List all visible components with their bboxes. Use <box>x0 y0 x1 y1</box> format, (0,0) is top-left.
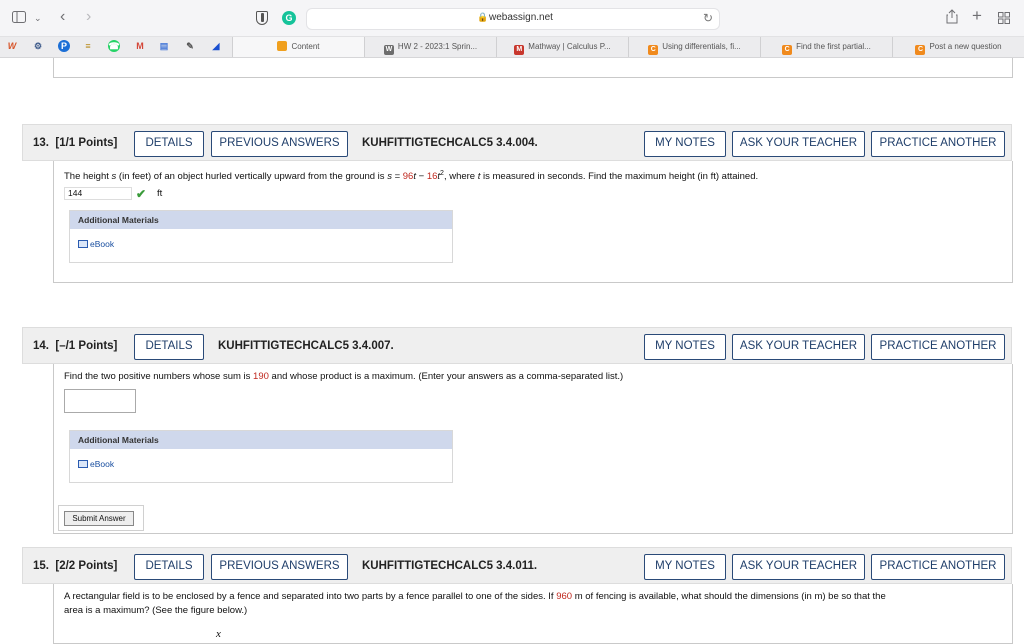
answer-input[interactable] <box>64 389 136 413</box>
question-15-text-line2: area is a maximum? (See the figure below… <box>64 605 248 616</box>
tab-label: Find the first partial... <box>796 42 871 51</box>
ask-your-teacher-button[interactable]: ASK YOUR TEACHER <box>732 554 865 580</box>
question-number: 15. [2/2 Points] <box>33 560 118 572</box>
forward-icon[interactable]: › <box>86 9 91 25</box>
book-icon <box>78 240 88 248</box>
question-code: KUHFITTIGTECHCALC5 3.4.004. <box>362 137 538 149</box>
question-15-text: A rectangular field is to be enclosed by… <box>64 591 886 602</box>
additional-materials: Additional Materials eBook <box>69 210 453 263</box>
tab-hw2[interactable]: W HW 2 - 2023:1 Sprin... <box>364 37 496 57</box>
reload-icon[interactable]: ↻ <box>703 11 713 25</box>
lock-icon: 🔒 <box>477 12 489 22</box>
tab-content[interactable]: Content <box>232 37 364 57</box>
bookmark-gmail-icon[interactable]: M <box>134 40 146 52</box>
url-text: webassign.net <box>489 12 553 23</box>
previous-question-panel <box>53 58 1013 78</box>
my-notes-button[interactable]: MY NOTES <box>644 131 726 157</box>
details-button[interactable]: DETAILS <box>134 334 204 360</box>
bookmark-pen-icon[interactable]: ✎ <box>184 40 196 52</box>
figure-label: x <box>216 628 221 640</box>
chegg-favicon-icon: C <box>648 45 659 55</box>
answer-field[interactable]: 144 <box>64 187 132 200</box>
bookmark-flag-icon[interactable]: ◢ <box>210 40 222 52</box>
content-favicon-icon <box>277 41 288 51</box>
details-button[interactable]: DETAILS <box>134 554 204 580</box>
chevron-down-icon[interactable]: ⌄ <box>34 10 42 26</box>
tab-overview-icon[interactable] <box>998 11 1010 27</box>
practice-another-button[interactable]: PRACTICE ANOTHER <box>871 334 1005 360</box>
webassign-favicon-icon: W <box>383 45 394 55</box>
my-notes-button[interactable]: MY NOTES <box>644 334 726 360</box>
question-number: 14. [–/1 Points] <box>33 340 118 352</box>
mathway-favicon-icon: M <box>514 45 525 55</box>
ebook-link[interactable]: eBook <box>78 239 114 249</box>
previous-answers-button[interactable]: PREVIOUS ANSWERS <box>211 131 348 157</box>
unit-label: ft <box>157 188 163 199</box>
ebook-link[interactable]: eBook <box>78 459 114 469</box>
sidebar-icon[interactable] <box>12 10 26 26</box>
bookmark-gear-icon[interactable]: ⚙ <box>32 40 44 52</box>
question-15-header: 15. [2/2 Points] DETAILS PREVIOUS ANSWER… <box>22 547 1012 584</box>
tab-bar: W ⚙ P ≡ ☎ M ▤ ✎ ◢ Content W HW 2 - 2023:1… <box>0 37 1024 58</box>
ask-your-teacher-button[interactable]: ASK YOUR TEACHER <box>732 131 865 157</box>
bookmark-w-icon[interactable]: W <box>6 40 18 52</box>
submit-answer-button[interactable]: Submit Answer <box>64 511 134 526</box>
bookmark-pinterest-icon[interactable]: P <box>58 40 70 52</box>
tab-label: Post a new question <box>929 42 1002 51</box>
tab-mathway[interactable]: M Mathway | Calculus P... <box>496 37 628 57</box>
bookmark-list-icon[interactable]: ≡ <box>82 40 94 52</box>
question-13-header: 13. [1/1 Points] DETAILS PREVIOUS ANSWER… <box>22 124 1012 161</box>
bookmark-whatsapp-icon[interactable]: ☎ <box>108 40 120 52</box>
address-bar[interactable]: 🔒 webassign.net ↻ <box>306 8 720 30</box>
additional-materials: Additional Materials eBook <box>69 430 453 483</box>
previous-answers-button[interactable]: PREVIOUS ANSWERS <box>211 554 348 580</box>
additional-materials-heading: Additional Materials <box>70 431 452 449</box>
book-icon <box>78 460 88 468</box>
correct-check-icon: ✔ <box>136 187 147 201</box>
tab-post-question[interactable]: C Post a new question <box>892 37 1024 57</box>
tab-label: Content <box>291 42 320 51</box>
question-13-text: The height s (in feet) of an object hurl… <box>64 170 759 183</box>
practice-another-button[interactable]: PRACTICE ANOTHER <box>871 554 1005 580</box>
question-14-header: 14. [–/1 Points] DETAILS KUHFITTIGTECHCA… <box>22 327 1012 364</box>
tab-differentials[interactable]: C Using differentials, fi... <box>628 37 760 57</box>
chegg-favicon-icon: C <box>782 45 793 55</box>
bookmark-translate-icon[interactable]: ▤ <box>158 40 170 52</box>
question-14-text: Find the two positive numbers whose sum … <box>64 371 624 382</box>
question-code: KUHFITTIGTECHCALC5 3.4.011. <box>362 560 538 572</box>
practice-another-button[interactable]: PRACTICE ANOTHER <box>871 131 1005 157</box>
browser-toolbar: ⌄ ‹ › G 🔒 webassign.net ↻ + <box>0 0 1024 37</box>
webassign-page: 13. [1/1 Points] DETAILS PREVIOUS ANSWER… <box>0 58 1024 644</box>
ask-your-teacher-button[interactable]: ASK YOUR TEACHER <box>732 334 865 360</box>
tab-partial[interactable]: C Find the first partial... <box>760 37 892 57</box>
details-button[interactable]: DETAILS <box>134 131 204 157</box>
question-number: 13. [1/1 Points] <box>33 137 118 149</box>
my-notes-button[interactable]: MY NOTES <box>644 554 726 580</box>
additional-materials-heading: Additional Materials <box>70 211 452 229</box>
grammarly-icon[interactable]: G <box>282 11 296 25</box>
new-tab-icon[interactable]: + <box>972 7 982 24</box>
tab-label: Using differentials, fi... <box>662 42 741 51</box>
tab-label: HW 2 - 2023:1 Sprin... <box>397 42 478 51</box>
chegg-favicon-icon: C <box>915 45 926 55</box>
privacy-shield-icon[interactable] <box>256 11 268 25</box>
back-icon[interactable]: ‹ <box>60 9 65 25</box>
share-icon[interactable] <box>946 9 958 27</box>
tab-label: Mathway | Calculus P... <box>528 42 611 51</box>
question-code: KUHFITTIGTECHCALC5 3.4.007. <box>218 340 394 352</box>
